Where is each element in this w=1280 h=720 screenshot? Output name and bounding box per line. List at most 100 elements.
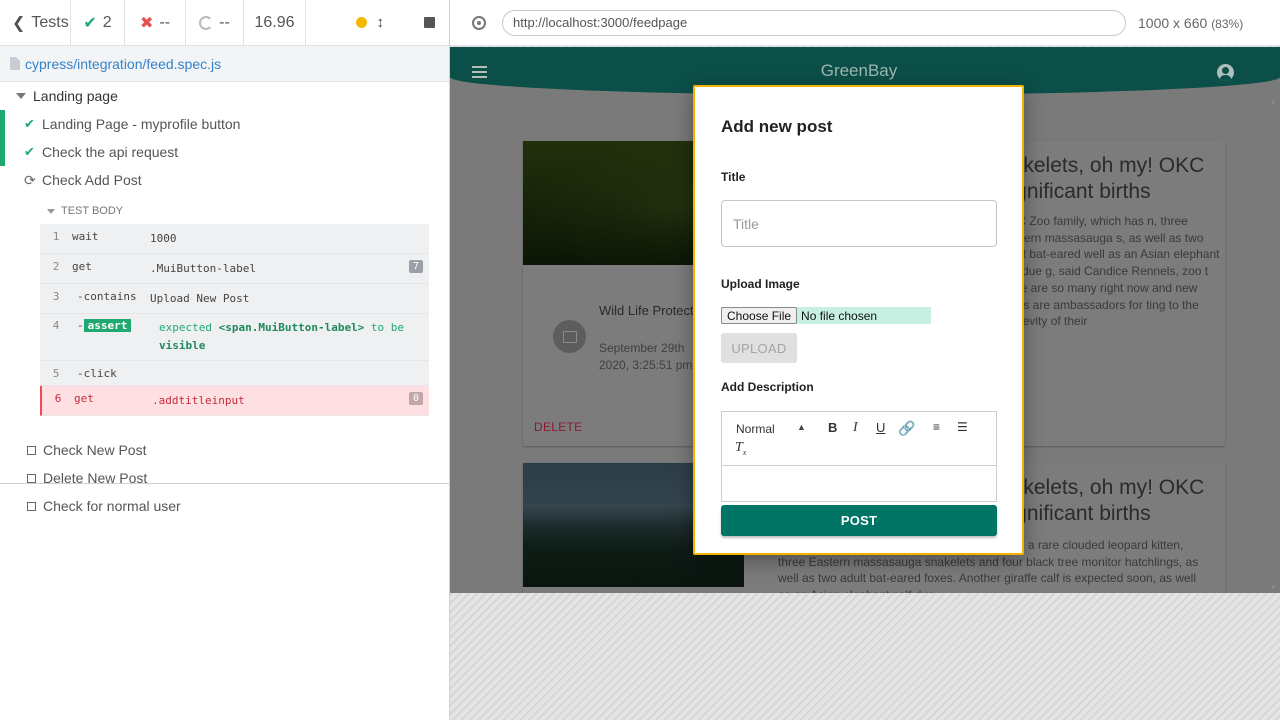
assert-tag: assert xyxy=(83,319,132,332)
failed-count: -- xyxy=(159,13,171,31)
card-author: Wild Life Protection Ministry xyxy=(599,303,699,318)
scroll-down-icon[interactable]: ▼ xyxy=(1269,583,1277,592)
pending-stat: -- xyxy=(186,0,244,45)
pending-tests: Check New Post Delete New Post Check for… xyxy=(0,436,449,520)
upload-button[interactable]: UPLOAD xyxy=(721,333,797,363)
link-icon[interactable]: 🔗 xyxy=(898,420,915,437)
test-row-pending[interactable]: Delete New Post xyxy=(0,464,449,492)
suite-title-text: Landing page xyxy=(33,88,118,104)
check-icon: ✔ xyxy=(83,14,97,32)
scroll-up-icon[interactable]: ▲ xyxy=(1269,97,1277,106)
command-name: get xyxy=(74,392,94,405)
file-status: No file chosen xyxy=(801,308,878,323)
command-row[interactable]: 2 get .MuiButton-label 7 xyxy=(40,254,429,284)
card-title: nakelets, oh my! OKC significant births xyxy=(1000,475,1204,527)
underline-icon[interactable]: U xyxy=(876,420,885,435)
divider xyxy=(0,483,450,484)
duration: 16.96 xyxy=(244,0,306,45)
url-field[interactable]: http://localhost:3000/feedpage xyxy=(502,9,1126,36)
bold-icon[interactable]: B xyxy=(828,420,837,435)
test-row-passed[interactable]: ✔ Landing Page - myprofile button xyxy=(0,110,449,138)
tests-nav-button[interactable]: ❮ Tests xyxy=(0,0,71,45)
caret-down-icon xyxy=(16,93,26,99)
selector-playground-icon[interactable] xyxy=(472,15,486,30)
command-name: -click xyxy=(77,367,117,380)
suite-title[interactable]: Landing page xyxy=(0,82,449,110)
command-number: 6 xyxy=(54,392,62,405)
test-row-pending[interactable]: Check New Post xyxy=(0,436,449,464)
passed-stat: ✔ 2 xyxy=(71,0,125,45)
test-body-header[interactable]: TEST BODY xyxy=(40,200,429,222)
passed-count: 2 xyxy=(102,13,112,31)
test-title: Check for normal user xyxy=(43,498,181,514)
stop-button[interactable] xyxy=(424,17,435,28)
card-text: OKC Zoo family, which has n, three Easte… xyxy=(1000,214,1220,329)
pending-count: -- xyxy=(219,13,230,31)
pending-square-icon xyxy=(27,445,36,455)
refresh-icon: ⟳ xyxy=(24,171,36,188)
editor-toolbar: Normal ▲ B I U 🔗 ≡ ☰ Tx xyxy=(722,412,996,466)
clear-format-icon[interactable]: Tx xyxy=(735,440,746,457)
bullet-list-icon[interactable]: ☰ xyxy=(957,420,968,434)
auto-scroll-toggle-icon[interactable]: ↕ xyxy=(377,14,385,31)
running-indicator-icon xyxy=(355,17,367,28)
run-controls: ↕ xyxy=(306,0,449,45)
app-title: GreenBay xyxy=(820,61,898,80)
check-icon: ✔ xyxy=(24,116,35,131)
command-message: Upload New Post xyxy=(150,292,250,305)
choose-file-button[interactable]: Choose File xyxy=(721,307,798,324)
chevron-left-icon: ❮ xyxy=(12,14,26,32)
assert-text-pre: expected xyxy=(159,321,219,334)
command-number: 1 xyxy=(52,230,60,243)
file-input[interactable]: Choose File No file chosen xyxy=(721,307,931,324)
file-icon xyxy=(10,57,20,70)
test-row-passed[interactable]: ✔ Check the api request xyxy=(0,138,449,166)
command-log: 1 wait 1000 2 get .MuiButton-label 7 3 -… xyxy=(40,224,429,416)
suite-landing-page: Landing page ✔ Landing Page - myprofile … xyxy=(0,82,449,520)
command-message: 1000 xyxy=(150,232,177,245)
failed-stat: ✖ -- xyxy=(125,0,186,45)
test-body-label: TEST BODY xyxy=(61,205,124,217)
dialog-title: Add new post xyxy=(721,117,833,136)
format-select[interactable]: Normal xyxy=(736,422,775,436)
test-row-running[interactable]: ⟳ Check Add Post xyxy=(0,166,449,194)
rich-text-editor: Normal ▲ B I U 🔗 ≡ ☰ Tx xyxy=(721,411,997,502)
test-title: Check Add Post xyxy=(42,172,142,188)
command-number: 4 xyxy=(52,319,60,332)
zoom-level: (83%) xyxy=(1211,16,1244,31)
spinner-icon xyxy=(199,15,214,30)
command-number: 3 xyxy=(52,290,60,303)
card-title-line: nakelets, oh my! OKC xyxy=(1000,476,1205,499)
command-row-failed[interactable]: 6 get .addtitleinput 0 xyxy=(40,386,429,416)
command-number: 2 xyxy=(52,260,60,273)
command-name: get xyxy=(72,260,92,273)
add-post-dialog: Add new post Title Title Upload Image Ch… xyxy=(693,85,1024,555)
title-input[interactable]: Title xyxy=(721,200,997,247)
browser-url-bar: http://localhost:3000/feedpage 1000 x 66… xyxy=(450,0,1280,46)
viewport-info[interactable]: 1000 x 660 (83%) xyxy=(1138,15,1243,31)
card-title-line: nakelets, oh my! OKC xyxy=(1000,154,1205,177)
ordered-list-icon[interactable]: ≡ xyxy=(933,420,940,434)
element-count-badge: 0 xyxy=(408,392,423,405)
command-message: .MuiButton-label xyxy=(150,262,256,275)
spec-path[interactable]: cypress/integration/feed.spec.js xyxy=(25,56,221,72)
editor-content[interactable] xyxy=(722,466,996,502)
command-row[interactable]: 1 wait 1000 xyxy=(40,224,429,254)
tests-label: Tests xyxy=(31,13,69,31)
test-title: Landing Page - myprofile button xyxy=(42,116,241,132)
check-icon: ✔ xyxy=(24,144,35,159)
post-button[interactable]: POST xyxy=(721,505,997,536)
command-row[interactable]: 5 -click xyxy=(40,361,429,386)
command-row-assert[interactable]: 4 - assert expected <span.MuiButton-label… xyxy=(40,314,429,361)
select-arrows-icon[interactable]: ▲ xyxy=(797,422,806,432)
delete-button[interactable]: DELETE xyxy=(534,420,582,434)
italic-icon[interactable]: I xyxy=(853,420,858,436)
spec-file-bar[interactable]: cypress/integration/feed.spec.js xyxy=(0,46,449,82)
command-message: .addtitleinput xyxy=(152,394,245,407)
command-row[interactable]: 3 -contains Upload New Post xyxy=(40,284,429,314)
assert-subject: <span.MuiButton-label> xyxy=(218,321,365,334)
x-icon: ✖ xyxy=(139,14,154,32)
account-icon[interactable] xyxy=(1217,64,1234,81)
element-count-badge: 7 xyxy=(408,260,423,273)
test-row-pending[interactable]: Check for normal user xyxy=(0,492,449,520)
